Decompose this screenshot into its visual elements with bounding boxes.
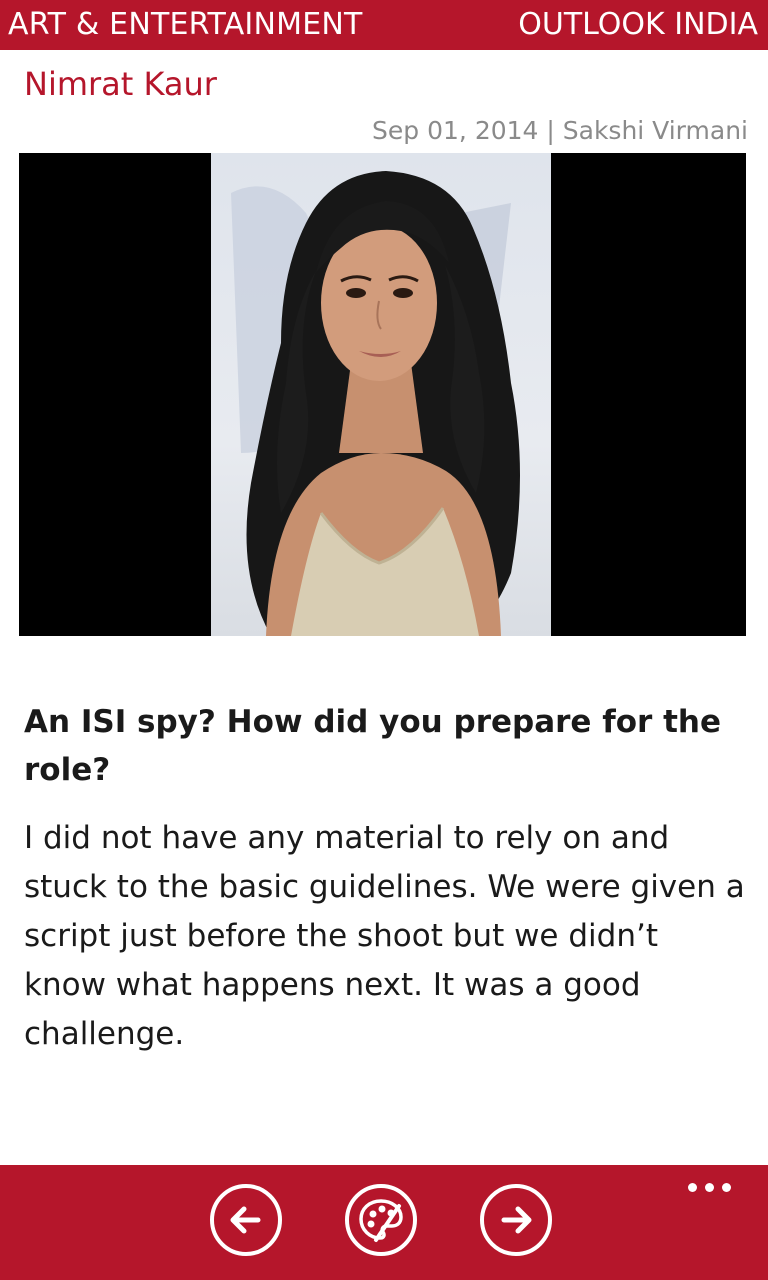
arrow-right-icon bbox=[501, 1206, 532, 1234]
article-photo bbox=[19, 153, 746, 636]
more-dots-icon[interactable] bbox=[686, 1179, 734, 1195]
section-title: ART & ENTERTAINMENT bbox=[8, 7, 363, 42]
app-brand: OUTLOOK INDIA bbox=[518, 7, 758, 42]
article-title: Nimrat Kaur bbox=[24, 65, 217, 103]
article-byline: Sep 01, 2014 | Sakshi Virmani bbox=[372, 116, 748, 145]
palette-icon bbox=[359, 1199, 403, 1242]
arrow-left-icon bbox=[230, 1206, 261, 1234]
app-bar bbox=[0, 1165, 768, 1280]
next-button[interactable] bbox=[480, 1184, 552, 1256]
interview-answer: I did not have any material to rely on a… bbox=[24, 820, 745, 1052]
previous-button[interactable] bbox=[210, 1184, 282, 1256]
header-bar: ART & ENTERTAINMENT OUTLOOK INDIA bbox=[0, 0, 768, 50]
portrait-image bbox=[211, 153, 551, 636]
theme-button[interactable] bbox=[345, 1184, 417, 1256]
interview-question: An ISI spy? How did you prepare for the … bbox=[24, 704, 722, 788]
